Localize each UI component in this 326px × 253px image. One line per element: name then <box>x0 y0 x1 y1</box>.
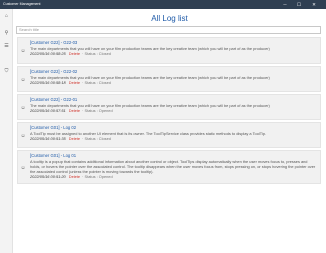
log-date: 2022/05/16 00:58:25 <box>30 51 66 56</box>
status-label: · Status : Opened <box>82 174 113 179</box>
window-title: Customer Management <box>3 2 41 6</box>
minimize-icon[interactable]: ─ <box>279 0 291 9</box>
log-meta: 2022/05/16 00:58:25 Delete · Status : Cl… <box>30 51 317 57</box>
main-content: All Log list ☺ [Customer G22] - G22-03 T… <box>13 9 326 253</box>
maximize-icon[interactable]: ☐ <box>293 0 305 9</box>
log-date: 2022/05/16 00:57:51 <box>30 108 66 113</box>
log-icon: ☺ <box>20 165 26 171</box>
status-label: · Status : Closed <box>82 51 111 56</box>
sidebar: ⌂ ⚲ ☰ ⛉ <box>0 9 13 253</box>
log-text: A tooltip is a popup that contains addit… <box>30 159 316 174</box>
log-date: 2022/05/16 00:51:20 <box>30 174 66 179</box>
search-input[interactable] <box>19 27 320 32</box>
delete-link[interactable]: Delete <box>69 51 80 56</box>
log-card[interactable]: ☺ [Customer G22] - G22-02 The main depar… <box>17 66 321 92</box>
search-box[interactable] <box>16 26 321 34</box>
delete-link[interactable]: Delete <box>69 174 80 179</box>
log-icon: ☺ <box>20 48 26 54</box>
delete-link[interactable]: Delete <box>69 108 80 113</box>
delete-link[interactable]: Delete <box>69 136 80 141</box>
security-icon[interactable]: ⛉ <box>3 68 10 74</box>
title-bar: Customer Management ─ ☐ ✕ <box>0 0 326 9</box>
log-meta: 2022/05/16 00:58:18 Delete · Status : Cl… <box>30 80 317 86</box>
home-icon[interactable]: ⌂ <box>3 13 10 19</box>
log-date: 2022/05/16 00:58:18 <box>30 80 66 85</box>
log-card[interactable]: ☺ [Customer G01] - Log 02 A ToolTip must… <box>17 122 321 148</box>
log-card[interactable]: ☺ [Customer G22] - G22-01 The main depar… <box>17 94 321 120</box>
status-label: · Status : Closed <box>82 136 111 141</box>
status-label: · Status : Opened <box>82 108 113 113</box>
log-meta: 2022/05/16 00:51:20 Delete · Status : Op… <box>30 174 317 180</box>
delete-link[interactable]: Delete <box>69 80 80 85</box>
status-label: · Status : Closed <box>82 80 111 85</box>
list-icon[interactable]: ☰ <box>3 43 10 49</box>
log-date: 2022/05/16 00:51:35 <box>30 136 66 141</box>
page-title: All Log list <box>151 14 188 23</box>
log-icon: ☺ <box>20 133 26 139</box>
log-meta: 2022/05/16 00:51:35 Delete · Status : Cl… <box>30 136 317 142</box>
log-meta: 2022/05/16 00:57:51 Delete · Status : Op… <box>30 108 317 114</box>
close-icon[interactable]: ✕ <box>308 0 320 9</box>
log-icon: ☺ <box>20 105 26 111</box>
log-card[interactable]: ☺ [Customer G22] - G22-03 The main depar… <box>17 37 321 64</box>
link-icon[interactable]: ⚲ <box>3 30 10 36</box>
log-card[interactable]: ☺ [Customer G01] - Log 01 A tooltip is a… <box>17 150 321 184</box>
log-icon: ☺ <box>20 77 26 83</box>
